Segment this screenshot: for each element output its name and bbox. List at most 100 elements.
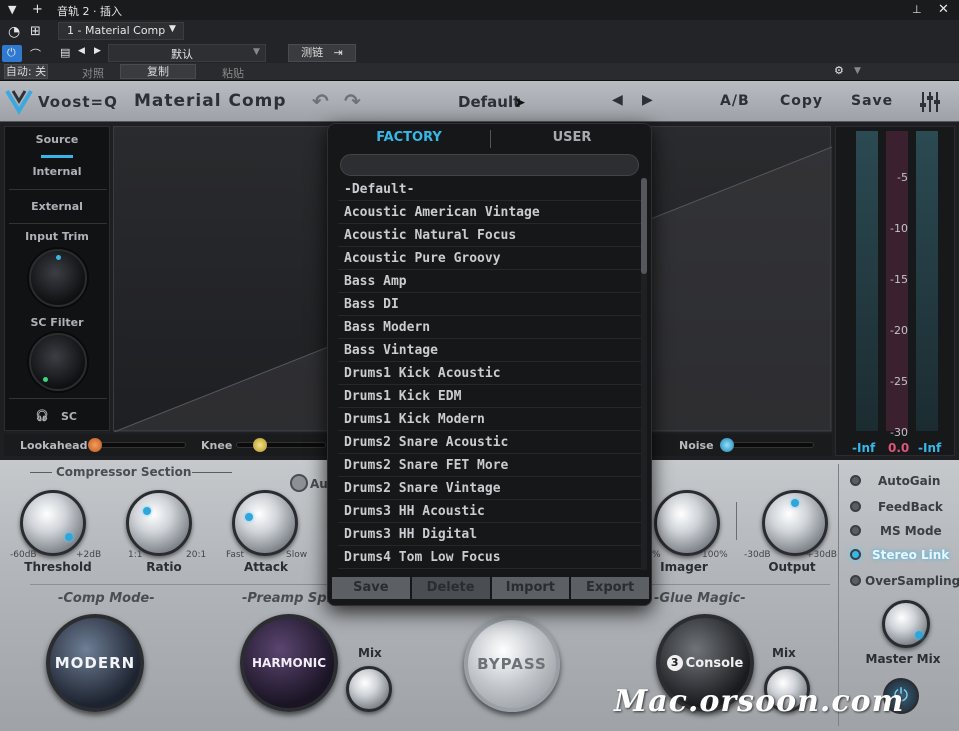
current-preset[interactable]: Default xyxy=(458,93,520,111)
preset-list-item[interactable]: -Default- xyxy=(338,178,641,201)
preset-list-item[interactable]: Drums1 Kick Acoustic xyxy=(338,362,641,385)
comp-mode-button[interactable]: MODERN xyxy=(46,614,144,712)
ratio-label: Ratio xyxy=(146,560,182,574)
preset-list-item[interactable]: Bass Modern xyxy=(338,316,641,339)
tool-icon[interactable]: ◔ xyxy=(8,24,20,40)
preset-list-item[interactable]: Drums3 HH Acoustic xyxy=(338,500,641,523)
ratio-max: 20:1 xyxy=(186,550,207,560)
meter-scale-tick: -25 xyxy=(890,375,908,388)
imager-knob[interactable] xyxy=(654,490,720,556)
preset-save-button[interactable]: Save xyxy=(332,577,410,599)
preset-scrollbar[interactable] xyxy=(641,178,647,570)
insert-selector[interactable]: 1 - Material Comp ▼ xyxy=(58,22,184,40)
master-mix-knob[interactable] xyxy=(882,600,930,648)
cursor-icon: ➤ xyxy=(514,95,527,111)
attack-knob[interactable] xyxy=(232,490,298,556)
settings-sliders-icon[interactable] xyxy=(918,90,942,114)
host-preset-selector[interactable]: 默认 ▼ xyxy=(108,44,266,62)
ratio-min: 1:1 xyxy=(128,550,143,560)
undo-icon[interactable]: ↶ xyxy=(312,89,330,113)
source-external-button[interactable]: External xyxy=(5,200,109,213)
noise-slider[interactable] xyxy=(720,442,814,448)
chevron-down-icon[interactable]: ▼ xyxy=(854,66,861,76)
ratio-knob[interactable] xyxy=(126,490,192,556)
add-icon[interactable]: + xyxy=(32,2,43,17)
feedback-led[interactable] xyxy=(850,501,861,512)
gear-icon[interactable]: ⚙ xyxy=(834,64,844,77)
input-trim-knob[interactable] xyxy=(29,249,87,307)
lookahead-handle[interactable] xyxy=(88,438,102,452)
ms-mode-label[interactable]: MS Mode xyxy=(880,524,942,538)
ab-button[interactable]: A/B xyxy=(720,93,750,109)
auto-toggle[interactable]: 自动: 关 xyxy=(4,64,48,79)
source-internal-button[interactable]: Internal xyxy=(5,165,109,178)
preset-export-button[interactable]: Export xyxy=(571,577,649,599)
preamp-mix-knob[interactable] xyxy=(346,666,392,712)
redo-icon[interactable]: ↷ xyxy=(344,89,362,113)
preset-list-item[interactable]: Drums2 Snare FET More xyxy=(338,454,641,477)
prev-arrow-icon[interactable]: ◀ xyxy=(78,46,85,56)
autogain-led[interactable] xyxy=(850,475,861,486)
copy-preset-button[interactable]: Copy xyxy=(780,93,823,109)
scroll-thumb[interactable] xyxy=(641,178,647,274)
tab-user[interactable]: USER xyxy=(491,124,653,152)
routing-icon[interactable]: ⊞ xyxy=(30,24,41,39)
preset-prev-icon[interactable]: ◀ xyxy=(612,92,624,108)
preset-search-input[interactable] xyxy=(340,154,639,176)
close-icon[interactable]: ✕ xyxy=(938,2,949,17)
headphones-icon[interactable]: 🎧︎ xyxy=(35,409,49,422)
feedback-label[interactable]: FeedBack xyxy=(878,500,943,514)
input-trim-label: Input Trim xyxy=(25,230,89,243)
preset-list-item[interactable]: Bass Vintage xyxy=(338,339,641,362)
preset-list-item[interactable]: Drums1 Kick Modern xyxy=(338,408,641,431)
next-arrow-icon[interactable]: ▶ xyxy=(94,46,101,56)
glue-title: -Glue Magic- xyxy=(654,591,746,606)
paste-button[interactable]: 粘贴 xyxy=(222,65,244,81)
autogain-label[interactable]: AutoGain xyxy=(878,474,940,488)
stereo-link-led[interactable] xyxy=(850,549,861,560)
preset-list-item[interactable]: Bass Amp xyxy=(338,270,641,293)
bypass-button[interactable]: BYPASS xyxy=(464,616,560,712)
preamp-button[interactable]: HARMONIC xyxy=(240,614,338,712)
oversampling-label[interactable]: OverSampling xyxy=(865,574,959,588)
preset-list-item[interactable]: Drums3 HH Digital xyxy=(338,523,641,546)
ms-mode-led[interactable] xyxy=(850,525,861,536)
preset-next-icon[interactable]: ▶ xyxy=(642,92,654,108)
chevron-down-icon: ▼ xyxy=(169,24,176,34)
save-preset-button[interactable]: Save xyxy=(851,93,893,109)
sidechain-button[interactable]: 测链 ⇥ xyxy=(288,44,356,62)
host-title-bar: ▼ + 音轨 2 · 插入 ⊥ ✕ xyxy=(0,0,959,20)
threshold-knob[interactable] xyxy=(20,490,86,556)
copy-button[interactable]: 复制 xyxy=(120,64,196,79)
auto-release-toggle[interactable] xyxy=(290,474,308,492)
stereo-link-label[interactable]: Stereo Link xyxy=(872,548,949,562)
noise-handle[interactable] xyxy=(720,438,734,452)
output-knob[interactable] xyxy=(762,490,828,556)
compare-button[interactable]: 对照 xyxy=(82,65,104,81)
preset-list-item[interactable]: Drums1 Kick EDM xyxy=(338,385,641,408)
input-readout: -Inf xyxy=(852,441,876,455)
sc-listen-label[interactable]: SC xyxy=(61,410,77,423)
doc-icon[interactable]: ▤ xyxy=(60,46,70,59)
oversampling-led[interactable] xyxy=(850,575,861,586)
preset-list-item[interactable]: Drums4 Tom Low Focus xyxy=(338,546,641,569)
collapse-icon[interactable]: ▼ xyxy=(8,3,16,16)
preset-list-item[interactable]: Drums2 Snare Vintage xyxy=(338,477,641,500)
knee-slider[interactable] xyxy=(236,442,326,448)
knee-handle[interactable] xyxy=(253,438,267,452)
power-button[interactable]: ⏻ xyxy=(2,45,22,62)
preset-import-button[interactable]: Import xyxy=(491,577,570,599)
lookahead-slider[interactable] xyxy=(90,442,186,448)
tab-factory[interactable]: FACTORY xyxy=(328,124,490,152)
link-icon[interactable]: ⌒ xyxy=(30,46,41,62)
preset-list-item[interactable]: Drums2 Snare Acoustic xyxy=(338,431,641,454)
glue-mode-value: Console xyxy=(685,655,744,671)
preset-list-item[interactable]: Acoustic Pure Groovy xyxy=(338,247,641,270)
preset-list-item[interactable]: Acoustic Natural Focus xyxy=(338,224,641,247)
preset-list-item[interactable]: Bass DI xyxy=(338,293,641,316)
preset-delete-button[interactable]: Delete xyxy=(411,577,490,599)
sc-filter-knob[interactable] xyxy=(29,333,87,391)
power-icon: ⏻ xyxy=(7,46,16,59)
preset-list-item[interactable]: Acoustic American Vintage xyxy=(338,201,641,224)
pin-icon[interactable]: ⊥ xyxy=(912,3,922,16)
